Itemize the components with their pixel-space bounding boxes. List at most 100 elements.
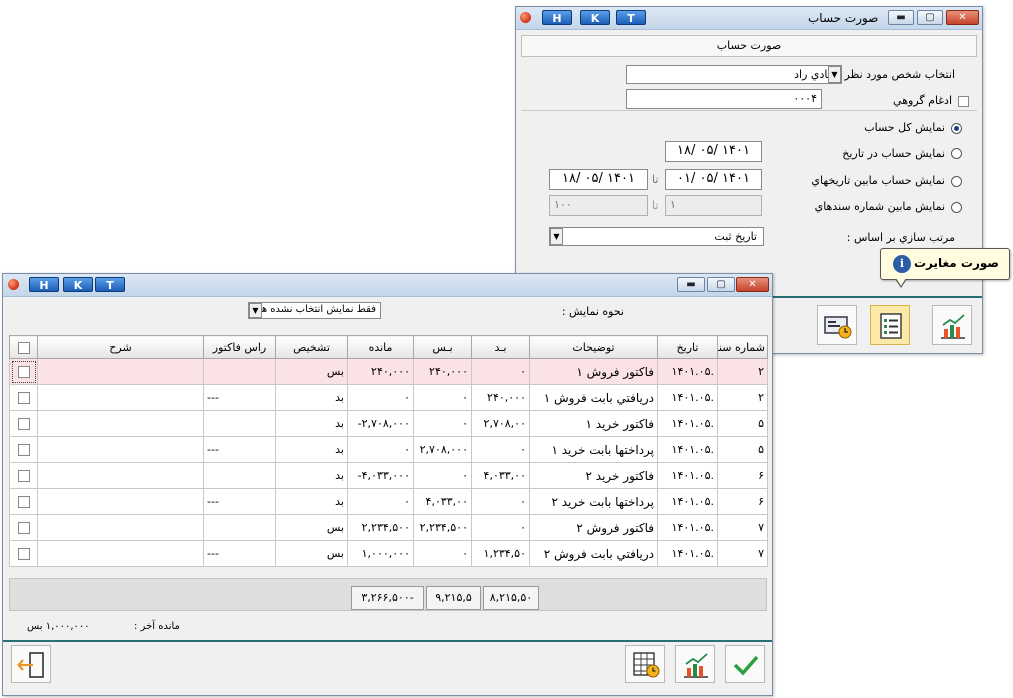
table-row[interactable]: بد -۴,۰۳۳,۰۰۰ ۰ ۴,۰۳۳,۰۰ فاکتور خريد ۲ ۱۴۰۱.۰… bbox=[9, 462, 768, 489]
radio-between-dates[interactable] bbox=[951, 176, 962, 187]
maximize-button[interactable]: ▢ bbox=[917, 10, 943, 25]
cell-doc-number: ۲ bbox=[717, 358, 768, 385]
row-checkbox[interactable] bbox=[17, 418, 30, 430]
row-checkbox[interactable] bbox=[17, 522, 30, 534]
cell-select[interactable] bbox=[9, 358, 38, 385]
h-button[interactable]: H bbox=[29, 277, 59, 292]
cell-ras-factor bbox=[203, 410, 276, 437]
cell-bes: ۰ bbox=[413, 462, 472, 489]
cell-select[interactable] bbox=[9, 488, 38, 515]
cell-select[interactable] bbox=[9, 514, 38, 541]
column-header-tashkhis[interactable]: تشخيص bbox=[275, 335, 348, 359]
confirm-button[interactable] bbox=[725, 645, 765, 683]
cell-bes: ۰ bbox=[413, 384, 472, 411]
cell-bed: ۲,۷۰۸,۰۰ bbox=[471, 410, 530, 437]
cell-sharh bbox=[37, 410, 204, 437]
table-row[interactable]: --- بد ۰ ۴,۰۳۳,۰۰ ۰ پرداختها بابت خريد ۲ ۱۴۰۱.… bbox=[9, 488, 768, 515]
final-balance-label: مانده آخر : bbox=[134, 621, 180, 632]
cell-description: فاکتور خريد ۲ bbox=[529, 462, 658, 489]
close-button[interactable]: ✕ bbox=[736, 277, 769, 292]
cell-tashkhis: بس bbox=[275, 514, 348, 541]
display-mode-select[interactable]: فقط نمايش انتخاب نشده ها bbox=[248, 302, 381, 319]
radio-between-docs[interactable] bbox=[951, 202, 962, 213]
cell-select[interactable] bbox=[9, 384, 38, 411]
cell-ras-factor: --- bbox=[203, 488, 276, 515]
table-header-row: شرح راس فاکتور تشخيص مانده بـس بـد توضيح… bbox=[9, 335, 768, 359]
cell-doc-number: ۶ bbox=[717, 462, 768, 489]
grid-report-button[interactable] bbox=[625, 645, 665, 683]
row-checkbox[interactable] bbox=[17, 470, 30, 482]
close-button[interactable]: ✕ bbox=[946, 10, 979, 25]
cell-sharh bbox=[37, 358, 204, 385]
chart-button[interactable] bbox=[932, 305, 972, 345]
statement-report-button[interactable] bbox=[817, 305, 857, 345]
column-header-doc-number[interactable]: شماره سند bbox=[717, 335, 768, 359]
date-from-input[interactable]: ۰۱/ ۰۵/ ۱۴۰۱ bbox=[665, 169, 762, 190]
k-button[interactable]: K bbox=[580, 10, 610, 25]
minimize-button[interactable]: ▬ bbox=[677, 277, 705, 292]
exit-button[interactable] bbox=[11, 645, 51, 683]
sort-select[interactable]: تاريخ ثبت bbox=[549, 227, 764, 246]
table-row[interactable]: --- بس ۱,۰۰۰,۰۰۰ ۰ ۱,۲۳۴,۵۰ دريافتي بابت فروش… bbox=[9, 540, 768, 567]
cell-description: فاکتور فروش ۲ bbox=[529, 514, 658, 541]
radio-at-date[interactable] bbox=[951, 148, 962, 159]
radio-show-all[interactable] bbox=[951, 123, 962, 134]
t-button[interactable]: T bbox=[95, 277, 125, 292]
person-select[interactable]: شادي راد bbox=[626, 65, 842, 84]
doc-to-input[interactable]: ۱۰۰ bbox=[549, 195, 648, 216]
chart-button[interactable] bbox=[675, 645, 715, 683]
minimize-button[interactable]: ▬ bbox=[888, 10, 914, 25]
table-row[interactable]: بس ۲۴۰,۰۰۰ ۲۴۰,۰۰۰ ۰ فاکتور فروش ۱ ۱۴۰۱.۰۵. ۲ bbox=[9, 358, 768, 385]
total-bed: ۸,۲۱۵,۵۰ bbox=[483, 586, 539, 610]
column-header-bed[interactable]: بـد bbox=[471, 335, 530, 359]
display-mode-dropdown-button[interactable]: ▼ bbox=[249, 303, 262, 318]
column-header-mande[interactable]: مانده bbox=[347, 335, 414, 359]
row-checkbox[interactable] bbox=[17, 366, 30, 378]
table-row[interactable]: بد -۲,۷۰۸,۰۰۰ ۰ ۲,۷۰۸,۰۰ فاکتور خريد ۱ ۱۴۰۱.۰… bbox=[9, 410, 768, 437]
cell-bes: ۴,۰۳۳,۰۰ bbox=[413, 488, 472, 515]
table-row[interactable]: --- بد ۰ ۲,۷۰۸,۰۰۰ ۰ پرداختها بابت خريد ۱ ۱۴۰۱… bbox=[9, 436, 768, 463]
table-row[interactable]: بس ۲,۲۳۴,۵۰۰ ۲,۲۳۴,۵۰۰ ۰ فاکتور فروش ۲ ۱۴۰۱.۰… bbox=[9, 514, 768, 541]
group-merge-checkbox[interactable] bbox=[958, 96, 969, 107]
t-button[interactable]: T bbox=[616, 10, 646, 25]
display-mode-value: فقط نمايش انتخاب نشده ها bbox=[258, 304, 376, 315]
cell-date: ۱۴۰۱.۰۵. bbox=[657, 514, 718, 541]
cell-date: ۱۴۰۱.۰۵. bbox=[657, 488, 718, 515]
k-button[interactable]: K bbox=[63, 277, 93, 292]
select-all-checkbox[interactable] bbox=[17, 341, 30, 354]
row-checkbox[interactable] bbox=[17, 548, 30, 560]
chart-icon bbox=[941, 314, 965, 339]
statement-window-title: صورت حساب bbox=[808, 11, 879, 25]
column-header-date[interactable]: تاريخ bbox=[657, 335, 718, 359]
code-input[interactable]: ۰۰۰۴ bbox=[626, 89, 822, 109]
money-clock-icon bbox=[824, 316, 852, 339]
cell-description: پرداختها بابت خريد ۱ bbox=[529, 436, 658, 463]
sort-dropdown-button[interactable]: ▼ bbox=[550, 228, 563, 245]
reconciliation-button[interactable] bbox=[870, 305, 910, 345]
chart-icon bbox=[684, 653, 708, 678]
cell-select[interactable] bbox=[9, 540, 38, 567]
column-header-sharh[interactable]: شرح bbox=[37, 335, 204, 359]
column-header-description[interactable]: توضيحات bbox=[529, 335, 658, 359]
display-mode-label: نحوه نمايش : bbox=[561, 305, 624, 318]
cell-select[interactable] bbox=[9, 436, 38, 463]
h-button[interactable]: H bbox=[542, 10, 572, 25]
column-header-bes[interactable]: بـس bbox=[413, 335, 472, 359]
row-checkbox[interactable] bbox=[17, 444, 30, 456]
date-to-input[interactable]: ۱۸/ ۰۵/ ۱۴۰۱ bbox=[549, 169, 648, 190]
column-header-ras-factor[interactable]: راس فاکتور bbox=[203, 335, 276, 359]
table-row[interactable]: --- بد ۰ ۰ ۲۴۰,۰۰۰ دريافتي بابت فروش ۱ ۱۴۰۱.۰۵… bbox=[9, 384, 768, 411]
doc-from-input[interactable]: ۱ bbox=[665, 195, 762, 216]
cell-doc-number: ۵ bbox=[717, 410, 768, 437]
person-dropdown-button[interactable]: ▼ bbox=[828, 66, 841, 83]
cell-select[interactable] bbox=[9, 462, 38, 489]
row-checkbox[interactable] bbox=[17, 496, 30, 508]
cell-bes: ۰ bbox=[413, 540, 472, 567]
row-checkbox[interactable] bbox=[17, 392, 30, 404]
cell-mande: ۰ bbox=[347, 436, 414, 463]
maximize-button[interactable]: ▢ bbox=[707, 277, 735, 292]
select-all-header[interactable] bbox=[9, 335, 38, 359]
date-single-input[interactable]: ۱۸/ ۰۵/ ۱۴۰۱ bbox=[665, 141, 762, 162]
group-merge-label: ادغام گروهي bbox=[893, 94, 952, 107]
cell-select[interactable] bbox=[9, 410, 38, 437]
